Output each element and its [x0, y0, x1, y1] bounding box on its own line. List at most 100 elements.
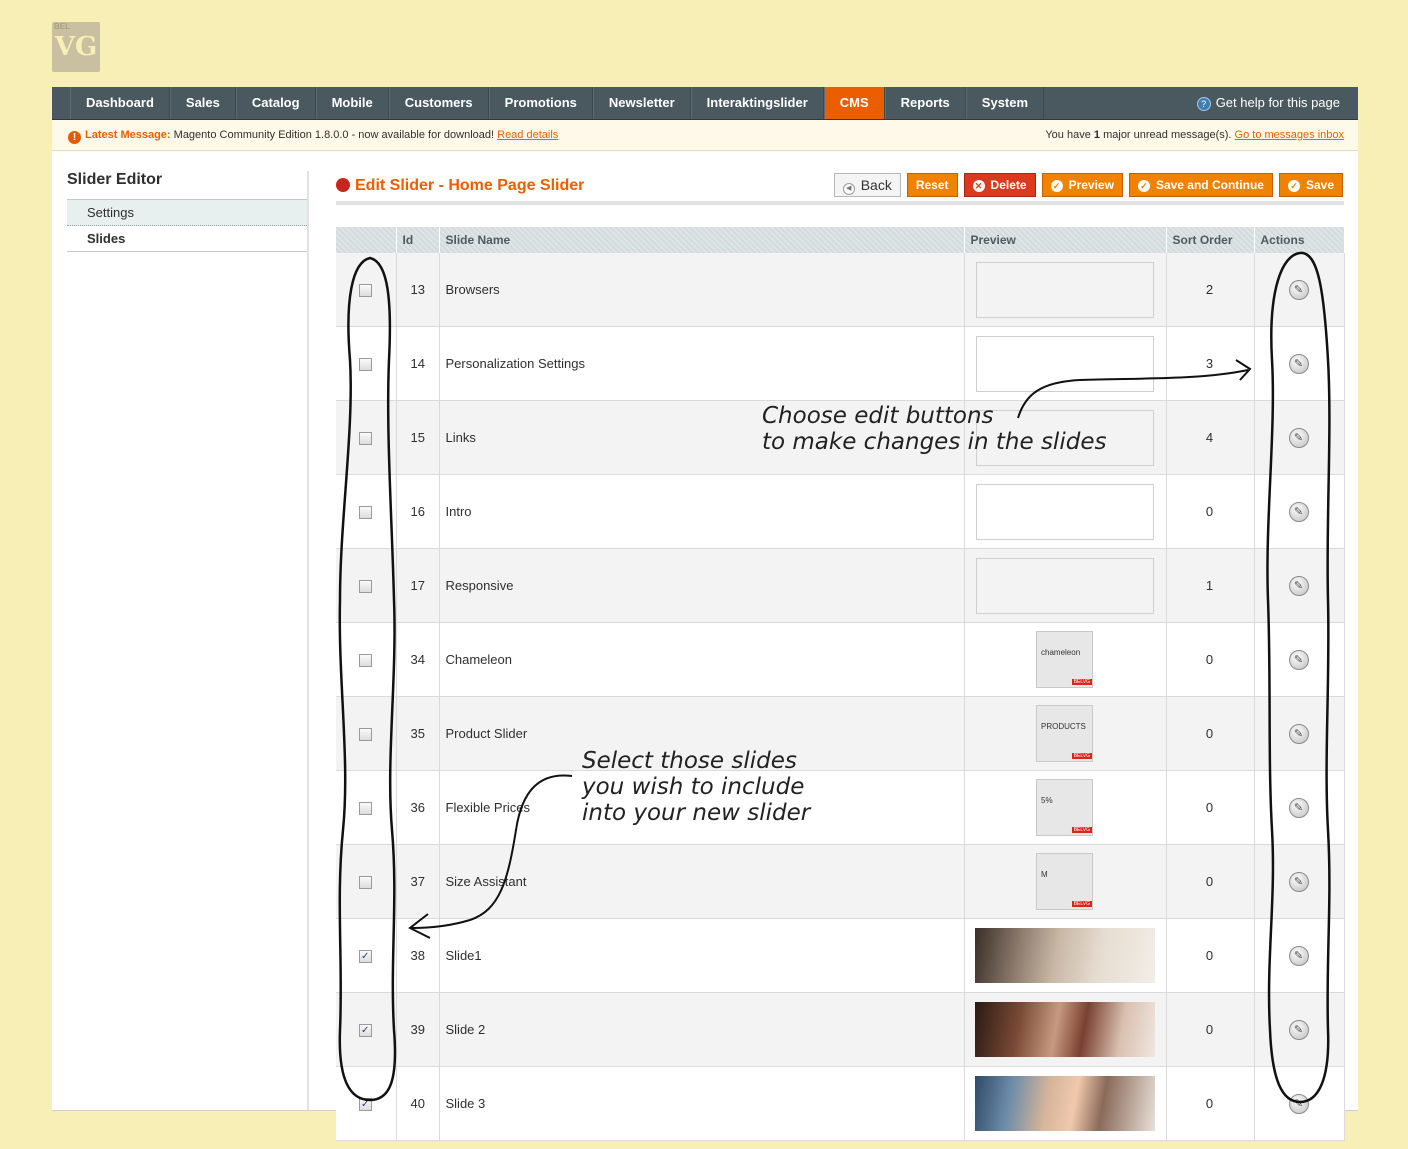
cell-preview: [964, 253, 1167, 327]
messages-inbox-link[interactable]: Go to messages inbox: [1235, 129, 1344, 141]
row-checkbox[interactable]: [358, 654, 372, 668]
save-button[interactable]: ✓ Save: [1278, 173, 1343, 197]
sidebar: Slider Editor Settings Slides: [67, 171, 309, 252]
cell-sort-order: 3: [1166, 326, 1255, 401]
edit-icon[interactable]: ✎: [1288, 575, 1309, 596]
table-row[interactable]: ✓ 38 Slide1 0 ✎: [336, 918, 1345, 993]
table-row[interactable]: 13 Browsers 2 ✎: [336, 253, 1345, 327]
page-title: Edit Slider - Home Page Slider: [336, 177, 584, 195]
cell-id: 13: [396, 253, 440, 327]
belvg-logo: BEL VG: [52, 22, 100, 72]
cell-slide-name: Slide 3: [439, 1066, 965, 1141]
edit-icon[interactable]: ✎: [1288, 501, 1309, 522]
edit-icon[interactable]: ✎: [1288, 649, 1309, 670]
read-details-link[interactable]: Read details: [497, 129, 558, 141]
tab-settings[interactable]: Settings: [67, 200, 309, 226]
table-row[interactable]: 35 Product Slider PRODUCTS BELVG 0 ✎: [336, 696, 1345, 771]
nav-item-newsletter[interactable]: Newsletter: [592, 87, 691, 119]
cell-sort-order: 2: [1166, 253, 1255, 327]
nav-item-cms[interactable]: CMS: [823, 87, 885, 119]
cell-slide-name: Browsers: [439, 253, 965, 327]
cell-id: 40: [396, 1066, 440, 1141]
cell-sort-order: 0: [1166, 696, 1255, 771]
content-area: Slider Editor Settings Slides Edit Slide…: [52, 151, 1358, 1141]
table-row[interactable]: 37 Size Assistant M BELVG 0 ✎: [336, 844, 1345, 919]
row-checkbox[interactable]: ✓: [358, 1024, 372, 1038]
table-row[interactable]: 16 Intro 0 ✎: [336, 474, 1345, 549]
cell-preview: [964, 1066, 1167, 1141]
row-checkbox[interactable]: [358, 728, 372, 742]
cell-id: 35: [396, 696, 440, 771]
preview-empty: [975, 557, 1154, 614]
column-header-preview[interactable]: Preview: [964, 227, 1167, 253]
edit-icon[interactable]: ✎: [1288, 1019, 1309, 1040]
nav-item-sales[interactable]: Sales: [169, 87, 236, 119]
latest-message-text: Magento Community Edition 1.8.0.0 - now …: [173, 129, 495, 141]
cell-slide-name: Size Assistant: [439, 844, 965, 919]
edit-icon[interactable]: ✎: [1288, 353, 1309, 374]
reset-button[interactable]: Reset: [906, 173, 958, 197]
delete-button[interactable]: ✕ Delete: [963, 173, 1036, 197]
preview-button[interactable]: ✓ Preview: [1041, 173, 1123, 197]
row-checkbox[interactable]: ✓: [358, 1098, 372, 1112]
preview-thumbnail: chameleon BELVG: [1036, 631, 1093, 688]
edit-icon[interactable]: ✎: [1288, 797, 1309, 818]
nav-item-catalog[interactable]: Catalog: [235, 87, 316, 119]
cell-id: 16: [396, 474, 440, 549]
row-checkbox[interactable]: [358, 876, 372, 890]
table-row[interactable]: ✓ 40 Slide 3 0 ✎: [336, 1066, 1345, 1141]
row-checkbox[interactable]: [358, 432, 372, 446]
slides-grid: Id Slide Name Preview Sort Order Actions…: [336, 227, 1345, 1141]
check-icon: ✓: [1287, 180, 1300, 192]
row-checkbox[interactable]: [358, 580, 372, 594]
row-checkbox[interactable]: [358, 284, 372, 298]
column-header-sort-order[interactable]: Sort Order: [1166, 227, 1255, 253]
cell-sort-order: 1: [1166, 548, 1255, 623]
edit-icon[interactable]: ✎: [1288, 723, 1309, 744]
save-and-continue-button[interactable]: ✓ Save and Continue: [1128, 173, 1273, 197]
table-row[interactable]: 17 Responsive 1 ✎: [336, 548, 1345, 623]
column-header-slide-name[interactable]: Slide Name: [439, 227, 965, 253]
tab-slides[interactable]: Slides: [67, 226, 309, 252]
edit-buttons-annotation: Choose edit buttons to make changes in t…: [762, 403, 1107, 455]
toolbar: ◀ Back Reset ✕ Delete ✓ Preview ✓ Save and C…: [833, 173, 1343, 197]
edit-icon[interactable]: ✎: [1288, 279, 1309, 300]
table-row[interactable]: 36 Flexible Prices 5% BELVG 0 ✎: [336, 770, 1345, 845]
column-header-select[interactable]: [336, 227, 397, 253]
preview-empty: [975, 261, 1154, 318]
column-header-actions[interactable]: Actions: [1254, 227, 1345, 253]
cell-id: 34: [396, 622, 440, 697]
nav-item-system[interactable]: System: [965, 87, 1045, 119]
preview-photo: [974, 1076, 1155, 1131]
cell-sort-order: 0: [1166, 474, 1255, 549]
delete-icon: ✕: [972, 180, 985, 192]
nav-item-dashboard[interactable]: Dashboard: [70, 87, 170, 119]
edit-icon[interactable]: ✎: [1288, 1093, 1309, 1114]
table-row[interactable]: 34 Chameleon chameleon BELVG 0 ✎: [336, 622, 1345, 697]
nav-item-customers[interactable]: Customers: [388, 87, 489, 119]
cell-preview: 5% BELVG: [964, 770, 1167, 845]
nav-item-mobile[interactable]: Mobile: [315, 87, 389, 119]
row-checkbox[interactable]: [358, 506, 372, 520]
back-button[interactable]: ◀ Back: [833, 173, 901, 197]
nav-item-interaktingslider[interactable]: Interaktingslider: [690, 87, 824, 119]
cell-preview: [964, 548, 1167, 623]
row-checkbox[interactable]: [358, 802, 372, 816]
cell-preview: [964, 326, 1167, 401]
check-icon: ✓: [1050, 180, 1063, 192]
row-checkbox[interactable]: ✓: [358, 950, 372, 964]
table-row[interactable]: 14 Personalization Settings 3 ✎: [336, 326, 1345, 401]
help-link[interactable]: ? Get help for this page: [1196, 87, 1340, 119]
nav-item-promotions[interactable]: Promotions: [488, 87, 593, 119]
latest-message-label: Latest Message:: [85, 129, 171, 141]
edit-icon[interactable]: ✎: [1288, 945, 1309, 966]
slider-icon: [336, 178, 350, 192]
row-checkbox[interactable]: [358, 358, 372, 372]
table-row[interactable]: ✓ 39 Slide 2 0 ✎: [336, 992, 1345, 1067]
preview-photo: [974, 1002, 1155, 1057]
edit-icon[interactable]: ✎: [1288, 427, 1309, 448]
column-header-id[interactable]: Id: [396, 227, 440, 253]
nav-item-reports[interactable]: Reports: [884, 87, 966, 119]
edit-icon[interactable]: ✎: [1288, 871, 1309, 892]
cell-sort-order: 0: [1166, 844, 1255, 919]
